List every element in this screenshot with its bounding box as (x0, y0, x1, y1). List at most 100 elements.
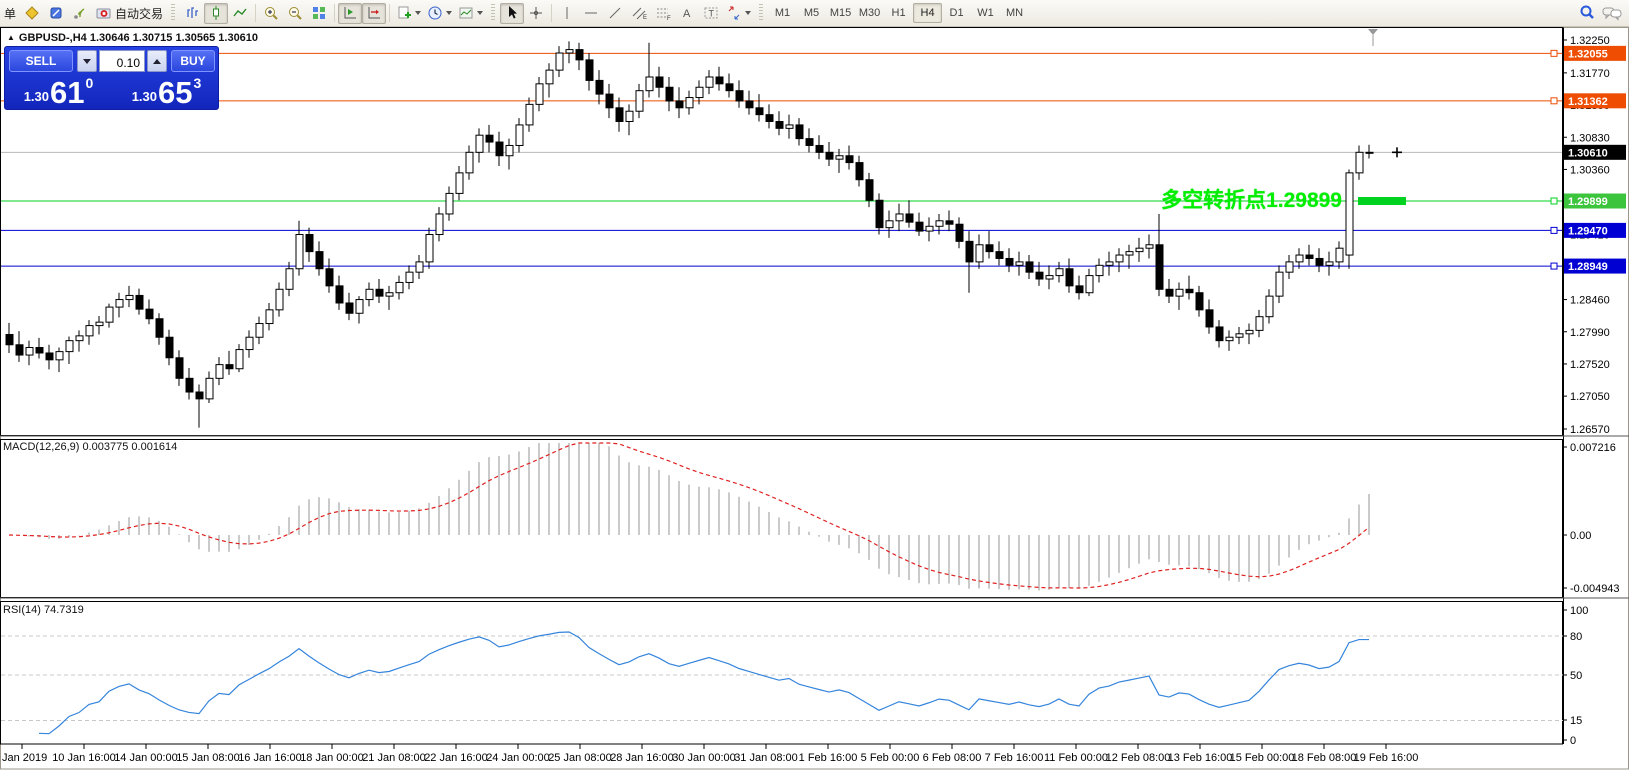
candle-body (686, 98, 693, 108)
candle-body (1276, 272, 1283, 296)
periods-button[interactable] (424, 3, 455, 24)
price-tick-1.27990: 1.27990 (1570, 327, 1610, 339)
timeframe-h1[interactable]: H1 (884, 3, 913, 23)
metaeditor-button[interactable] (44, 3, 68, 24)
autotrading-button[interactable]: 自动交易 (92, 3, 166, 24)
timeframe-m30[interactable]: M30 (855, 3, 884, 23)
candle-body (1366, 152, 1373, 153)
ask-price-display[interactable]: 1.30 65 3 (115, 75, 218, 108)
bar-chart-button[interactable] (180, 3, 204, 24)
candle-body (246, 337, 253, 349)
indicators-button[interactable] (393, 3, 424, 24)
candle-body (296, 235, 303, 269)
triangle-up-icon (153, 59, 161, 64)
candle-body (1236, 334, 1243, 337)
templates-button[interactable] (455, 3, 486, 24)
zoom-in-icon (263, 5, 279, 21)
hline-thick-segment[interactable] (1358, 197, 1406, 205)
chart-shift-button[interactable] (362, 3, 386, 24)
candle-body (1336, 248, 1343, 262)
fibonacci-icon: F (655, 5, 672, 21)
bid-price-display[interactable]: 1.30 61 0 (7, 75, 110, 108)
equidistant-channel-icon: E (631, 5, 648, 21)
svg-text:T: T (709, 9, 715, 19)
macd-tick-0.007216: 0.007216 (1570, 442, 1616, 454)
trendline-button[interactable] (603, 3, 627, 24)
chat-button[interactable] (1599, 3, 1625, 24)
equidistant-channel-button[interactable]: E (627, 3, 651, 24)
candle-body (976, 245, 983, 262)
candle-body (1106, 262, 1113, 265)
timeframe-m1[interactable]: M1 (768, 3, 797, 23)
text-icon: A (680, 5, 694, 21)
volume-increase-button[interactable] (147, 50, 167, 72)
candle-body (1286, 262, 1293, 272)
sell-button[interactable]: SELL (9, 50, 73, 72)
candle-body (306, 235, 313, 252)
candle-body (896, 214, 903, 221)
toolbar-separator (334, 4, 335, 22)
arrows-button[interactable] (723, 3, 754, 24)
candle-body (276, 289, 283, 310)
line-chart-button[interactable] (228, 3, 252, 24)
candle-body (336, 286, 343, 303)
candle-body (1186, 289, 1193, 292)
zoom-out-button[interactable] (283, 3, 307, 24)
candle-body (326, 269, 333, 286)
time-label: 19 Feb 16:00 (1354, 752, 1419, 764)
volume-input[interactable] (99, 50, 145, 72)
fibonacci-button[interactable]: F (651, 3, 675, 24)
timeframe-d1[interactable]: D1 (942, 3, 971, 23)
time-label: 21 Jan 08:00 (362, 752, 426, 764)
price-label-1.32055: 1.32055 (1568, 48, 1608, 60)
candle-body (826, 152, 833, 159)
horizontal-line-button[interactable] (579, 3, 603, 24)
vertical-line-button[interactable] (555, 3, 579, 24)
collapse-arrow-icon[interactable]: ▲ (7, 33, 15, 42)
candle-body (776, 121, 783, 128)
templates-icon (458, 5, 474, 21)
buy-button[interactable]: BUY (171, 50, 215, 72)
candle-body (196, 392, 203, 399)
candle-body (1076, 286, 1083, 293)
autotrading-icon (95, 5, 113, 21)
text-label-button[interactable]: T (699, 3, 723, 24)
tile-windows-button[interactable] (307, 3, 331, 24)
signal-button[interactable] (68, 3, 92, 24)
search-button[interactable] (1575, 3, 1599, 24)
macd-tick-0.00: 0.00 (1570, 530, 1591, 542)
timeframe-m15[interactable]: M15 (826, 3, 855, 23)
new-order-button[interactable] (20, 3, 44, 24)
candle-body (1356, 152, 1363, 173)
candle-body (1126, 252, 1133, 255)
periods-dropdown-caret[interactable] (446, 11, 452, 15)
timeframe-mn[interactable]: MN (1000, 3, 1029, 23)
indicators-dropdown-caret[interactable] (415, 11, 421, 15)
zoom-in-button[interactable] (259, 3, 283, 24)
chart-shift-end-button[interactable] (338, 3, 362, 24)
candle-body (576, 50, 583, 60)
volume-decrease-button[interactable] (77, 50, 97, 72)
text-button[interactable]: A (675, 3, 699, 24)
candle-body (706, 77, 713, 87)
candle-body (516, 125, 523, 146)
candle-body (806, 139, 813, 146)
candle-body (746, 101, 753, 108)
candlestick-chart-icon (208, 5, 224, 21)
candle-body (1086, 276, 1093, 293)
timeframe-h4[interactable]: H4 (913, 3, 942, 23)
arrows-dropdown-caret[interactable] (745, 11, 751, 15)
candle-body (176, 358, 183, 379)
metaeditor-icon (48, 5, 64, 21)
candlestick-chart-button[interactable] (204, 3, 228, 24)
cursor-button[interactable] (500, 3, 524, 24)
crosshair-button[interactable] (524, 3, 548, 24)
templates-dropdown-caret[interactable] (477, 11, 483, 15)
candle-body (216, 365, 223, 379)
time-label: 12 Feb 08:00 (1106, 752, 1171, 764)
candle-body (906, 214, 913, 222)
timeframe-w1[interactable]: W1 (971, 3, 1000, 23)
time-label: 24 Jan 00:00 (486, 752, 550, 764)
candle-body (636, 91, 643, 112)
timeframe-m5[interactable]: M5 (797, 3, 826, 23)
